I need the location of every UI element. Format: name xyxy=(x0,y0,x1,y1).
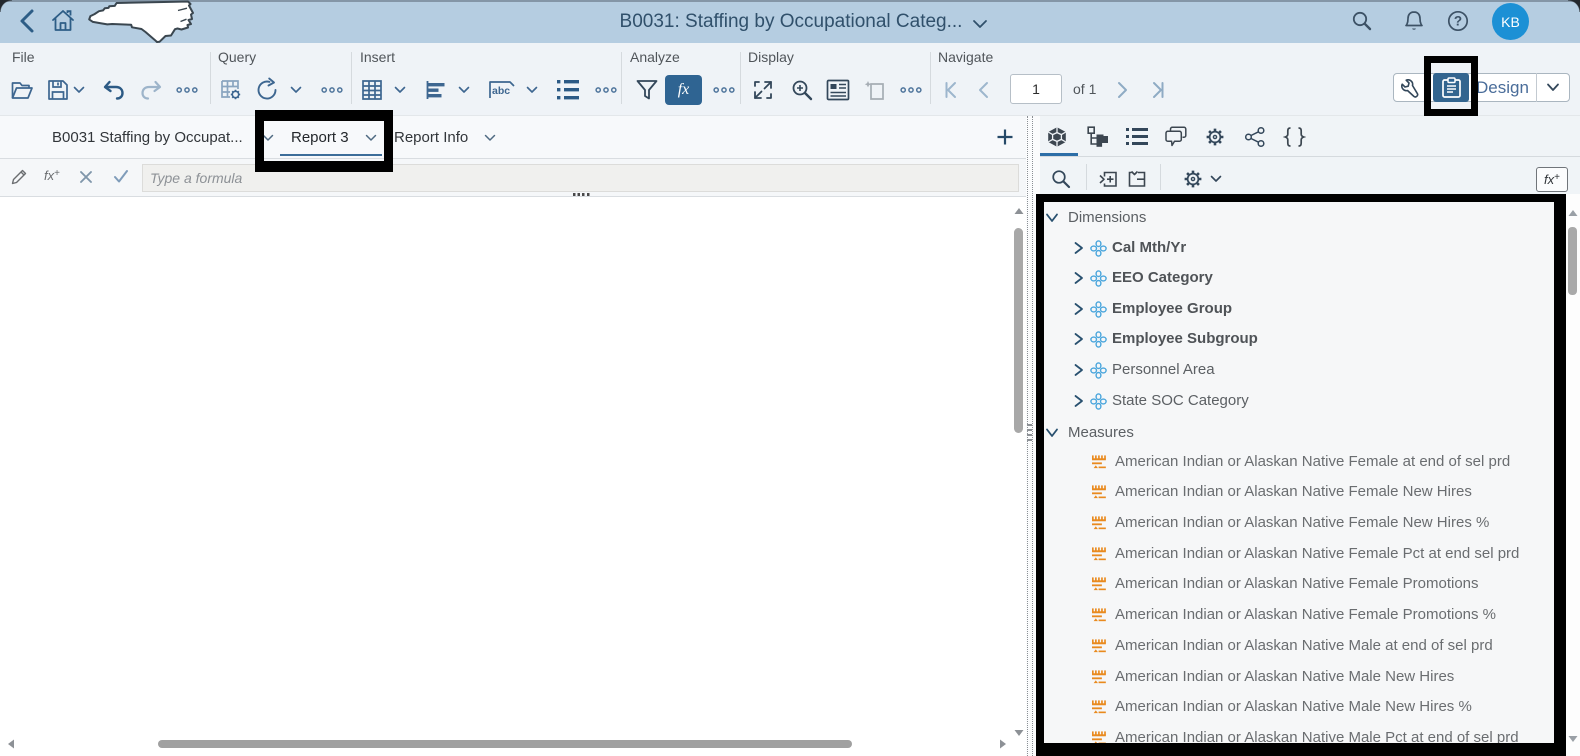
svg-text:abc: abc xyxy=(492,85,510,97)
svg-text:?: ? xyxy=(1454,14,1462,29)
